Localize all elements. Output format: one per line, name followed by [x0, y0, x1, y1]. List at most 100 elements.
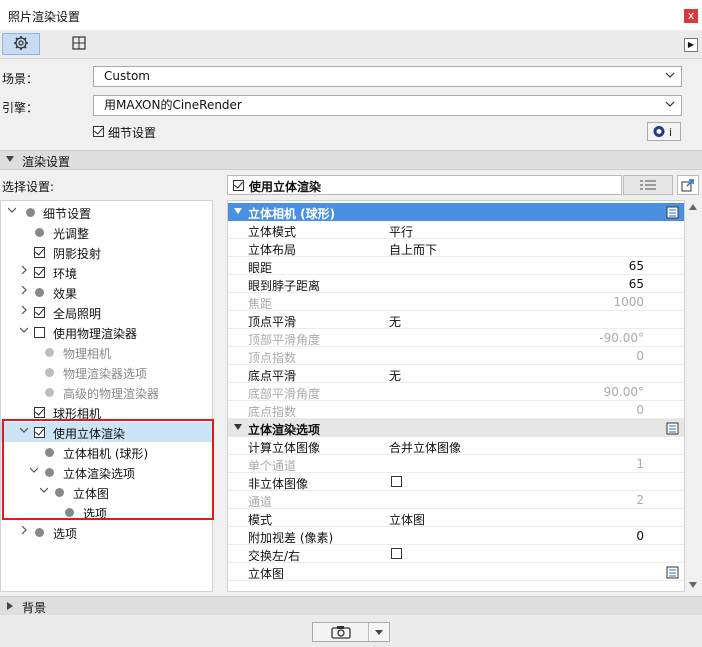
- group-title: 立体相机 (球形): [248, 207, 336, 221]
- prop-value: 2: [636, 493, 644, 507]
- prop-row[interactable]: 非立体图像: [228, 473, 684, 491]
- chevron-down-icon: [8, 207, 16, 213]
- stereo-camera-group[interactable]: 立体相机 (球形): [228, 203, 684, 221]
- tree-item-physical-camera[interactable]: 物理相机: [1, 342, 212, 362]
- prop-value[interactable]: 65: [629, 277, 644, 291]
- prop-value[interactable]: 0: [636, 529, 644, 543]
- prop-row: 顶点指数 0: [228, 347, 684, 365]
- background-title: 背景: [22, 601, 47, 615]
- close-button[interactable]: x: [684, 9, 698, 23]
- separator: [368, 623, 369, 641]
- dot-icon: [26, 208, 35, 217]
- scrollbar[interactable]: [685, 200, 701, 592]
- gear-icon: [13, 35, 29, 54]
- collapse-icon: [6, 156, 14, 162]
- chevron-down-icon[interactable]: [375, 630, 383, 635]
- chevron-down-icon: [20, 327, 28, 333]
- settings-tab[interactable]: [2, 33, 40, 55]
- tree-label: 使用物理渲染器: [53, 327, 138, 341]
- tree-checkbox[interactable]: [34, 307, 45, 318]
- group-settings-icon: [666, 206, 679, 219]
- prop-value[interactable]: 65: [629, 259, 644, 273]
- tree-label: 物理相机: [63, 347, 112, 361]
- engine-dropdown[interactable]: 用MAXON的CineRender: [93, 95, 682, 116]
- stereo-render-checkbox[interactable]: [233, 180, 244, 191]
- prop-row[interactable]: 模式 立体图: [228, 509, 684, 528]
- prop-key: 焦距: [248, 297, 273, 311]
- tree-item-environment[interactable]: 环境: [1, 262, 212, 282]
- prop-row[interactable]: 立体模式 平行: [228, 221, 684, 240]
- size-tab[interactable]: [60, 33, 98, 55]
- prop-value: 1: [636, 457, 644, 471]
- prop-row[interactable]: 眼距 65: [228, 257, 684, 275]
- expand-arrow-button[interactable]: ▶: [684, 38, 698, 52]
- tree-item-physical-renderer[interactable]: 使用物理渲染器: [1, 322, 212, 342]
- tree-label: 选项: [53, 527, 78, 541]
- list-view-button[interactable]: [623, 175, 673, 195]
- prop-row[interactable]: 顶点平滑 无: [228, 311, 684, 330]
- prop-value[interactable]: 无: [389, 313, 401, 330]
- tree-item-effects[interactable]: 效果: [1, 282, 212, 302]
- prop-value[interactable]: 合并立体图像: [389, 439, 461, 456]
- prop-value[interactable]: 平行: [389, 223, 413, 240]
- render-button[interactable]: [312, 622, 390, 642]
- tree-checkbox[interactable]: [34, 267, 45, 278]
- prop-key: 通道: [248, 495, 273, 509]
- chevron-right-icon: [21, 526, 27, 534]
- info-button[interactable]: i: [647, 122, 681, 141]
- tree-item-global-illumination[interactable]: 全局照明: [1, 302, 212, 322]
- tree-label: 阴影投射: [53, 247, 102, 261]
- prop-row[interactable]: 附加视差 (像素) 0: [228, 527, 684, 545]
- prop-row[interactable]: 眼到脖子距离 65: [228, 275, 684, 293]
- prop-key: 底部平滑角度: [248, 387, 321, 401]
- render-settings-header[interactable]: 渲染设置: [0, 150, 702, 170]
- prop-value[interactable]: 无: [389, 367, 401, 384]
- background-header[interactable]: 背景: [0, 596, 702, 616]
- tree-item-physical-renderer-options[interactable]: 物理渲染器选项: [1, 362, 212, 382]
- detail-settings-label: 细节设置: [108, 126, 157, 140]
- highlight-box: [2, 419, 214, 520]
- prop-row[interactable]: 底点平滑 无: [228, 365, 684, 384]
- prop-key: 底点平滑: [248, 369, 297, 383]
- swap-left-right-checkbox[interactable]: [391, 548, 402, 559]
- prop-key: 附加视差 (像素): [248, 531, 334, 545]
- tree-label: 细节设置: [43, 207, 92, 221]
- tree-label: 高级的物理渲染器: [63, 387, 160, 401]
- group-settings-icon[interactable]: [666, 565, 680, 579]
- tree-item-options[interactable]: 选项: [1, 522, 212, 542]
- prop-key: 立体图: [248, 567, 285, 581]
- stereo-options-group[interactable]: 立体渲染选项: [228, 419, 684, 437]
- tree-label: 环境: [53, 267, 78, 281]
- stereo-render-header[interactable]: 使用立体渲染: [227, 175, 622, 195]
- prop-key: 模式: [248, 513, 273, 527]
- grid-icon: [71, 35, 87, 54]
- tree-checkbox[interactable]: [34, 247, 45, 258]
- scene-dropdown[interactable]: Custom: [93, 66, 682, 87]
- collapse-icon: [234, 208, 242, 214]
- non-stereo-checkbox[interactable]: [391, 476, 402, 487]
- render-settings-title: 渲染设置: [22, 155, 71, 169]
- tree-item-light-adjust[interactable]: 光调整: [1, 222, 212, 242]
- prop-value[interactable]: 自上而下: [389, 241, 437, 258]
- prop-row: 焦距 1000: [228, 293, 684, 311]
- tree-item-advanced-physical[interactable]: 高级的物理渲染器: [1, 382, 212, 402]
- detail-settings-checkbox[interactable]: [93, 126, 104, 137]
- tree-checkbox[interactable]: [34, 407, 45, 418]
- prop-value[interactable]: 立体图: [389, 511, 425, 528]
- prop-row[interactable]: 交换左/右: [228, 545, 684, 563]
- prop-value: 0: [636, 403, 644, 417]
- tree-item-shadow[interactable]: 阴影投射: [1, 242, 212, 262]
- prop-row: 通道 2: [228, 491, 684, 509]
- group-title: 立体渲染选项: [248, 423, 321, 437]
- scroll-up-icon: [689, 204, 697, 210]
- tree-item-detail-settings[interactable]: 细节设置: [1, 202, 212, 222]
- prop-row[interactable]: 计算立体图像 合并立体图像: [228, 437, 684, 456]
- prop-row[interactable]: 立体图: [228, 563, 684, 581]
- tree-label: 效果: [53, 287, 78, 301]
- prop-row[interactable]: 立体布局 自上而下: [228, 239, 684, 258]
- tree-checkbox[interactable]: [34, 327, 45, 338]
- export-button[interactable]: [677, 175, 699, 195]
- expand-icon: [7, 602, 13, 610]
- dot-icon: [35, 228, 44, 237]
- prop-value: -90.00°: [599, 331, 644, 345]
